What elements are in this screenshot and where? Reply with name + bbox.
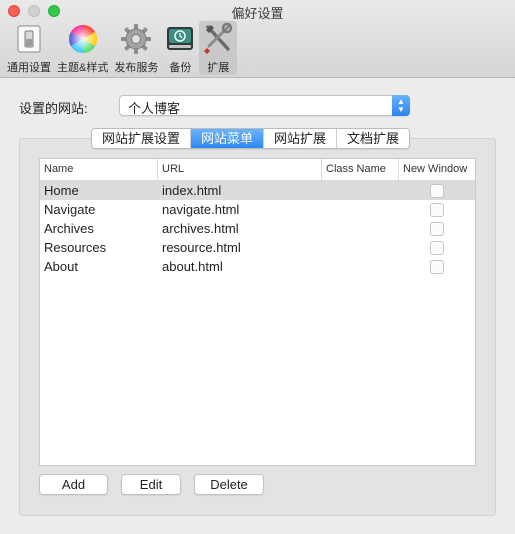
cell-name[interactable]: About [40,259,158,274]
new-window-checkbox[interactable] [430,202,444,217]
toolbar-item-extensions[interactable]: 扩展 [199,21,238,75]
cell-name[interactable]: Archives [40,221,158,236]
menu-table: Name URL Class Name New Window Home inde… [39,158,476,466]
toolbar-item-general[interactable]: 通用设置 [4,21,54,75]
column-header-url[interactable]: URL [158,159,322,180]
table-row[interactable]: Home index.html [40,181,475,200]
column-header-name[interactable]: Name [40,159,158,180]
gear-icon [121,24,152,54]
tab-document-extensions[interactable]: 文档扩展 [337,129,409,148]
toolbar-item-label: 备份 [169,62,192,74]
toolbar-item-publish[interactable]: 发布服务 [111,21,161,75]
delete-button[interactable]: Delete [194,474,264,495]
cell-url[interactable]: archives.html [158,221,322,236]
new-window-checkbox[interactable] [430,183,444,198]
cell-url[interactable]: index.html [158,183,322,198]
site-label: 设置的网站: [19,101,88,116]
column-header-class-name[interactable]: Class Name [322,159,399,180]
color-wheel-icon [68,25,97,53]
time-machine-drive-icon [167,27,194,50]
column-header-new-window[interactable]: New Window [399,159,475,180]
table-header: Name URL Class Name New Window [40,159,475,181]
new-window-checkbox[interactable] [430,221,444,236]
window-title: 偏好设置 [231,6,284,21]
add-button[interactable]: Add [39,474,108,495]
site-select-value: 个人博客 [128,101,181,116]
cell-new-window [399,240,475,255]
cell-name[interactable]: Home [40,183,158,198]
toolbar-item-backup[interactable]: 备份 [161,21,199,75]
toolbar-item-label: 扩展 [207,62,230,74]
toolbar-item-label: 通用设置 [7,62,51,74]
cell-new-window [399,221,475,236]
table-row[interactable]: About about.html [40,257,475,276]
cell-new-window [399,259,475,274]
cell-url[interactable]: resource.html [158,240,322,255]
cell-name[interactable]: Navigate [40,202,158,217]
cell-new-window [399,183,475,198]
tab-site-extensions[interactable]: 网站扩展 [264,129,338,148]
title-bar: 偏好设置 通用设置 主题&样式 发布服务 备份 扩展 [0,0,515,78]
table-row[interactable]: Archives archives.html [40,219,475,238]
table-row[interactable]: Resources resource.html [40,238,475,257]
cell-url[interactable]: about.html [158,259,322,274]
switch-icon [17,25,41,53]
toolbar-item-label: 发布服务 [114,62,159,74]
chevron-up-down-icon: ▲ ▼ [392,95,410,116]
tools-icon [204,23,233,54]
cell-new-window [399,202,475,217]
preferences-toolbar: 通用设置 主题&样式 发布服务 备份 扩展 [4,21,238,76]
toolbar-item-label: 主题&样式 [57,62,109,74]
new-window-checkbox[interactable] [430,259,444,274]
edit-button[interactable]: Edit [121,474,181,495]
site-select[interactable]: 个人博客 ▲ ▼ [119,95,410,116]
new-window-checkbox[interactable] [430,240,444,255]
cell-name[interactable]: Resources [40,240,158,255]
tab-site-extension-settings[interactable]: 网站扩展设置 [92,129,192,148]
toolbar-item-theme[interactable]: 主题&样式 [54,21,111,75]
table-row[interactable]: Navigate navigate.html [40,200,475,219]
segmented-tabs: 网站扩展设置 网站菜单 网站扩展 文档扩展 [91,128,411,149]
tab-site-menu[interactable]: 网站菜单 [191,129,265,148]
cell-url[interactable]: navigate.html [158,202,322,217]
